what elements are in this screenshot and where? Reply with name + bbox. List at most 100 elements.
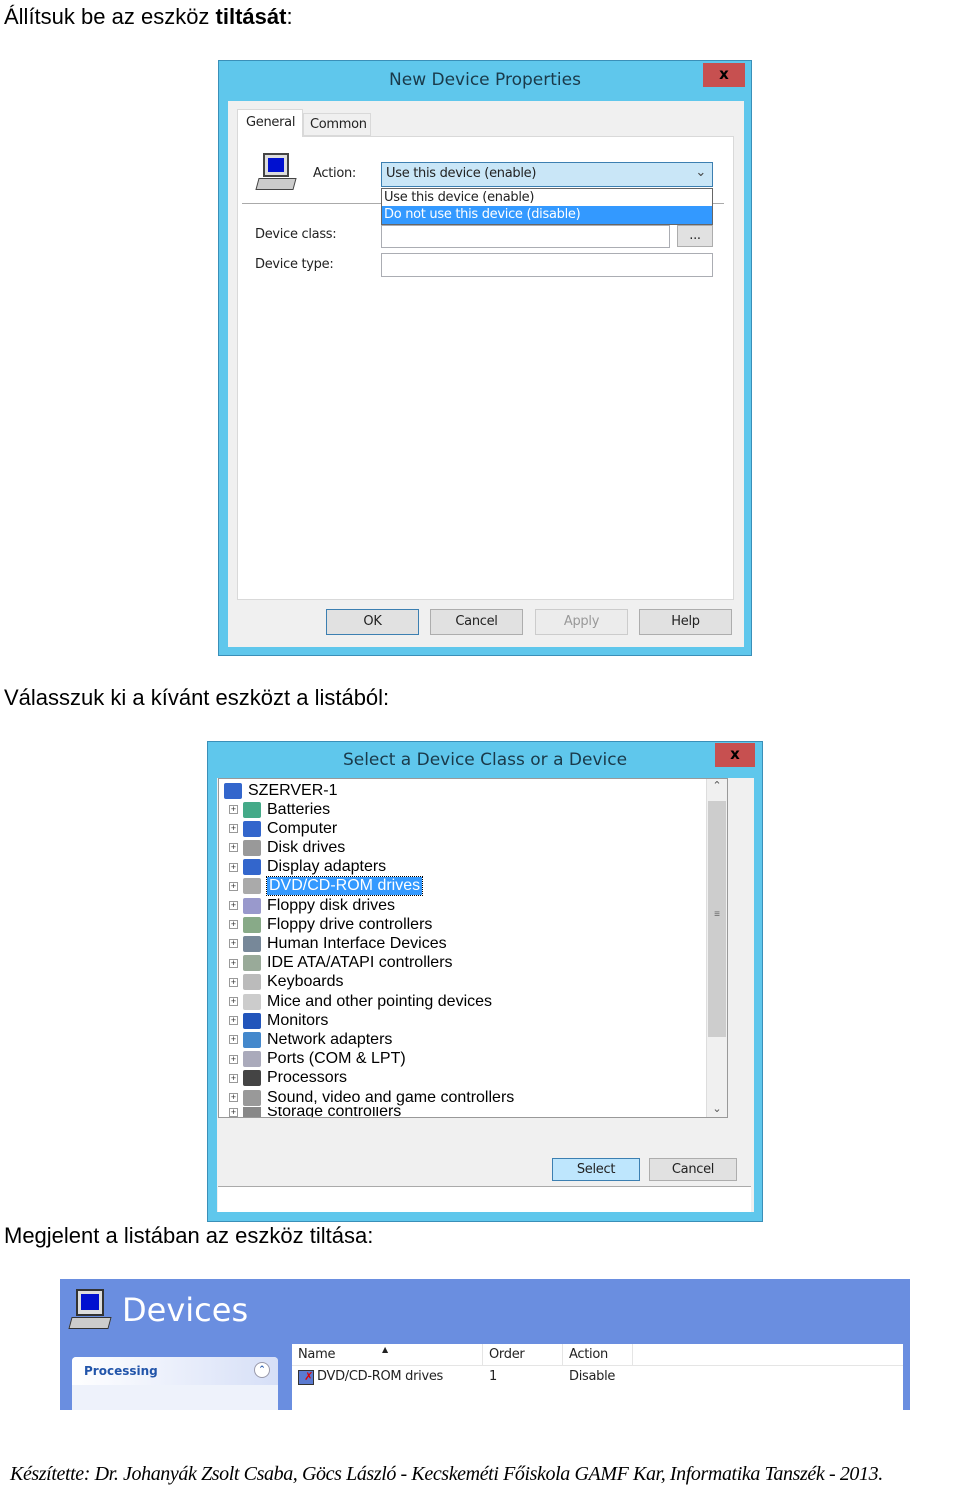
expand-icon[interactable]: + xyxy=(229,862,238,872)
processing-header[interactable]: Processing ⌃ xyxy=(72,1357,278,1385)
devices-panel: Devices Processing ⌃ Name ▲ Order Action ✗… xyxy=(60,1279,910,1410)
scroll-down-icon[interactable]: ⌄ xyxy=(707,1102,727,1115)
option-disable[interactable]: Do not use this device (disable) xyxy=(382,206,712,224)
device-class-icon xyxy=(243,859,261,876)
device-class-icon xyxy=(243,1012,261,1029)
heading-1: Állítsuk be az eszköz tiltását: xyxy=(4,4,293,30)
tree-item[interactable]: + Ports (COM & LPT) xyxy=(229,1050,406,1069)
dialog-title: New Device Properties xyxy=(389,70,581,90)
column-name[interactable]: Name ▲ xyxy=(292,1344,483,1365)
close-button[interactable]: x xyxy=(715,743,755,767)
expand-icon[interactable]: + xyxy=(229,901,238,910)
expand-icon[interactable]: + xyxy=(229,1016,238,1026)
status-bar xyxy=(218,1186,751,1212)
help-button[interactable]: Help xyxy=(639,609,732,635)
tree-item-label: Human Interface Devices xyxy=(267,934,447,952)
column-action[interactable]: Action xyxy=(563,1344,633,1365)
tree-item[interactable]: + Sound, video and game controllers xyxy=(229,1088,514,1107)
tree-item[interactable]: + Floppy disk drives xyxy=(229,896,395,915)
tree-item-label: Batteries xyxy=(267,800,331,818)
expand-icon[interactable]: + xyxy=(229,920,238,930)
select-device-dialog: Select a Device Class or a Device x ⌃ ≡ … xyxy=(207,741,763,1222)
tree-item-label: Ports (COM & LPT) xyxy=(267,1050,406,1068)
browse-button[interactable]: ... xyxy=(677,225,713,247)
apply-button[interactable]: Apply xyxy=(535,609,628,635)
computer-icon xyxy=(68,1289,112,1329)
tree-root[interactable]: SZERVER-1 xyxy=(224,781,338,800)
device-class-icon xyxy=(243,955,261,972)
device-class-icon xyxy=(243,897,261,914)
tree-item[interactable]: + IDE ATA/ATAPI controllers xyxy=(229,954,453,973)
tree-item[interactable]: + DVD/CD-ROM drives xyxy=(229,876,424,897)
column-label: Name xyxy=(298,1347,336,1362)
scrollbar[interactable]: ⌃ ≡ ⌄ xyxy=(706,779,727,1117)
device-class-icon xyxy=(243,1070,261,1087)
expand-icon[interactable]: + xyxy=(229,958,238,968)
tree-item[interactable]: + Floppy drive controllers xyxy=(229,915,432,934)
tree-item-label: Display adapters xyxy=(267,858,387,876)
dialog-title: Select a Device Class or a Device xyxy=(342,750,628,770)
column-order[interactable]: Order xyxy=(483,1344,563,1365)
expand-icon[interactable]: + xyxy=(229,824,238,834)
select-button[interactable]: Select xyxy=(552,1158,640,1181)
cancel-button[interactable]: Cancel xyxy=(649,1158,737,1181)
tree-item[interactable]: + Monitors xyxy=(229,1011,328,1030)
tree-item-label: Monitors xyxy=(267,1011,329,1029)
device-class-icon xyxy=(243,1051,261,1068)
expand-icon[interactable]: + xyxy=(229,1073,238,1083)
tree-item-label: Keyboards xyxy=(267,973,344,991)
tree-item[interactable]: + Processors xyxy=(229,1069,347,1088)
tree-item[interactable]: + Disk drives xyxy=(229,838,345,857)
heading-3: Megjelent a listában az eszköz tiltása: xyxy=(4,1223,374,1248)
expand-icon[interactable]: + xyxy=(229,1054,238,1064)
table-row[interactable]: ✗ DVD/CD-ROM drives 1 Disable xyxy=(292,1366,903,1388)
collapse-icon[interactable]: ⌃ xyxy=(254,1362,270,1378)
tree-item-label: Storage controllers xyxy=(267,1107,402,1118)
action-dropdown[interactable]: Use this device (enable) ⌄ xyxy=(381,162,713,187)
expand-icon[interactable]: + xyxy=(229,881,238,891)
expand-icon[interactable]: + xyxy=(229,1093,238,1102)
tree-item-label: Floppy disk drives xyxy=(267,896,396,914)
device-class-icon xyxy=(243,1031,261,1048)
tree-item-label: IDE ATA/ATAPI controllers xyxy=(267,954,453,972)
expand-icon[interactable]: + xyxy=(229,997,238,1006)
action-dropdown-list: Use this device (enable) Do not use this… xyxy=(381,188,713,225)
tree-item[interactable]: + Batteries xyxy=(229,800,330,819)
new-device-properties-dialog: New Device Properties x General Common A… xyxy=(218,60,752,656)
heading-text: Állítsuk be az eszköz xyxy=(4,4,216,29)
tree-item[interactable]: + Network adapters xyxy=(229,1030,392,1049)
tree-item[interactable]: + Keyboards xyxy=(229,973,344,992)
tree-item-label: Floppy drive controllers xyxy=(267,915,433,933)
device-type-label: Device type: xyxy=(255,257,334,272)
expand-icon[interactable]: + xyxy=(229,843,238,853)
expand-icon[interactable]: + xyxy=(229,1035,238,1045)
action-label: Action: xyxy=(313,166,356,181)
expand-icon[interactable]: + xyxy=(229,977,238,987)
ok-button[interactable]: OK xyxy=(326,609,419,635)
expand-icon[interactable]: + xyxy=(229,939,238,949)
device-class-field[interactable] xyxy=(381,225,670,248)
cell-action: Disable xyxy=(569,1369,616,1384)
device-class-icon xyxy=(243,993,261,1010)
list-header: Name ▲ Order Action xyxy=(292,1344,903,1366)
expand-icon[interactable]: + xyxy=(229,1107,238,1117)
tab-general[interactable]: General xyxy=(237,109,303,137)
tree-item[interactable]: + Storage controllers xyxy=(229,1107,402,1118)
expand-icon[interactable]: + xyxy=(229,805,238,814)
computer-icon xyxy=(255,153,297,193)
scrollbar-thumb[interactable]: ≡ xyxy=(708,801,726,1037)
scroll-up-icon[interactable]: ⌃ xyxy=(707,779,727,799)
close-button[interactable]: x xyxy=(703,63,745,87)
tree-item[interactable]: + Computer xyxy=(229,819,337,838)
option-enable[interactable]: Use this device (enable) xyxy=(382,189,712,206)
tree-item-label: Computer xyxy=(267,819,338,837)
device-class-icon xyxy=(243,820,261,837)
heading-suffix: : xyxy=(286,4,293,29)
device-type-field[interactable] xyxy=(381,253,713,277)
cancel-button[interactable]: Cancel xyxy=(430,609,523,635)
device-class-icon xyxy=(243,801,261,818)
tree-item[interactable]: + Human Interface Devices xyxy=(229,934,447,953)
tree-item[interactable]: + Mice and other pointing devices xyxy=(229,992,492,1011)
tree-item[interactable]: + Display adapters xyxy=(229,858,386,877)
tab-common[interactable]: Common xyxy=(303,113,371,136)
